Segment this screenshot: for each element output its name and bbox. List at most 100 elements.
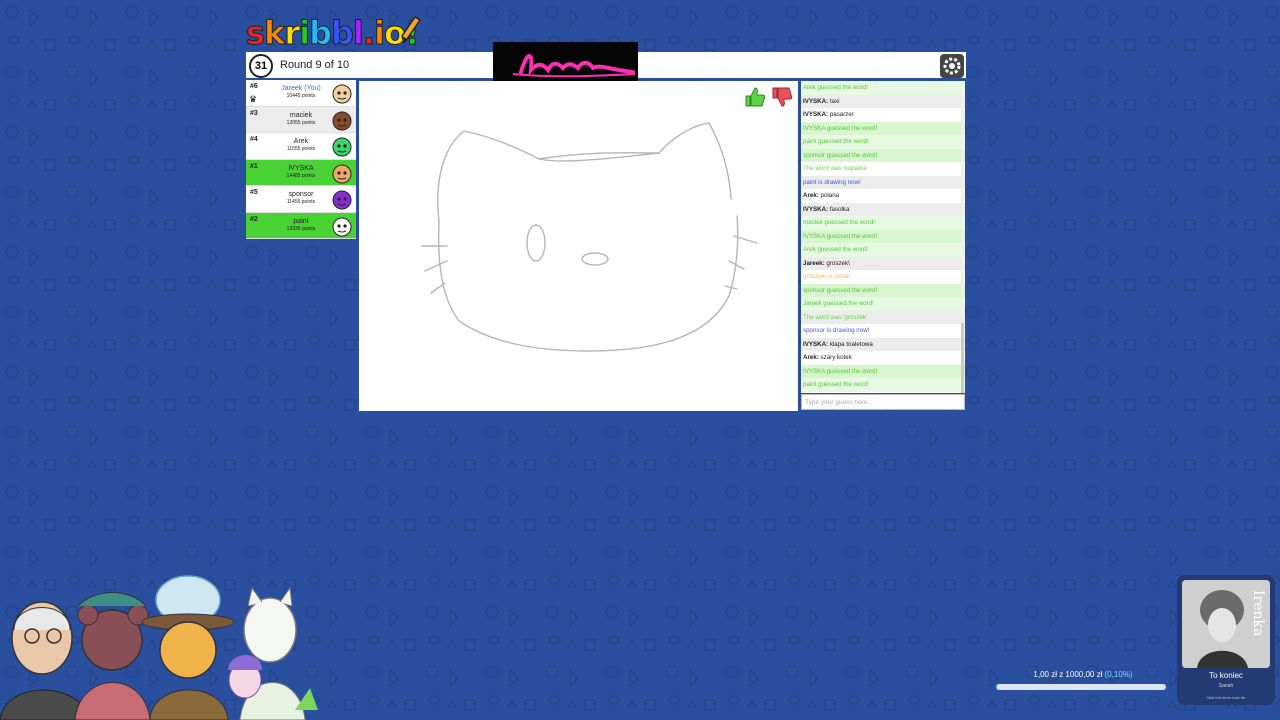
- player-avatar: [332, 190, 352, 210]
- word-hint-scribble: [493, 42, 638, 84]
- chat-text: IVYSKA guessed the word!: [803, 367, 878, 375]
- logo-letter: s: [245, 14, 265, 53]
- logo-letter: r: [284, 14, 301, 53]
- chat-message: Arek guessed the word!: [801, 81, 965, 95]
- player-rank: #6: [250, 83, 258, 90]
- donation-goal-text: 1,00 zł z 1000,00 zł (0,10%): [1033, 670, 1133, 679]
- chat-text: taxi: [828, 97, 840, 105]
- chat-text: polana: [818, 192, 840, 199]
- chat-text: szary kotek: [818, 354, 852, 361]
- chat-text: The word was 'groszek': [803, 313, 868, 321]
- chat-text: paint guessed the word!: [803, 138, 869, 145]
- pencil-icon: [401, 15, 422, 44]
- chat-message: Jareek guessed the word!: [801, 297, 965, 311]
- player-row[interactable]: #1 IVYSKA 14485 points: [246, 159, 356, 186]
- track-artist: Sanah: [1218, 683, 1234, 689]
- chat-message: The word was 'koparka': [801, 162, 965, 176]
- chat-text: klapa toaletowa: [828, 340, 873, 348]
- track-title: To koniec: [1209, 671, 1243, 680]
- player-avatar: [332, 111, 352, 130]
- chat-message: groszek\ is close!: [801, 270, 965, 284]
- album-cover: Irenka: [1182, 580, 1270, 668]
- track-source: Visit info from Last.fm: [1206, 695, 1246, 700]
- player-row[interactable]: #2 paint 13335 points: [246, 212, 356, 239]
- chat-username: Arek:: [803, 354, 819, 361]
- player-name: Arek: [293, 138, 309, 145]
- player-row[interactable]: #4 Arek 11555 points: [246, 133, 356, 160]
- player-name: IVYSKA: [288, 164, 314, 172]
- player-avatar: [332, 217, 352, 236]
- guess-input[interactable]: [801, 394, 965, 410]
- chat-text: Arek guessed the word!: [803, 84, 869, 91]
- thumbs-up-icon[interactable]: [744, 86, 766, 108]
- player-row[interactable]: #6 ♛ Jareek (You) 10445 points: [246, 80, 356, 107]
- player-points: 13335 points: [286, 225, 316, 232]
- player-name: maciek: [289, 111, 313, 119]
- chat-message: IVYSKA: pasarzer: [801, 108, 965, 122]
- hat-avatar: [141, 575, 235, 720]
- chat-message: paint is drawing now!: [801, 175, 965, 189]
- player-points: 14485 points: [286, 172, 316, 179]
- player-name: paint: [293, 217, 309, 225]
- player-points: 10445 points: [286, 93, 316, 99]
- chat-panel: Arek guessed the word! IVYSKA: taxi IVYSKA…: [801, 81, 965, 393]
- chat-message: Jareek: groszek\: [801, 256, 965, 270]
- chat-text: Arek guessed the word!: [803, 246, 869, 253]
- chat-username: Arek:: [803, 192, 819, 199]
- player-rank: #4: [250, 136, 258, 143]
- timer-value: 31: [254, 60, 268, 72]
- chat-message: sponsor guessed the word!: [801, 148, 965, 162]
- chat-message: The word was 'groszek': [801, 310, 965, 324]
- chat-text: groszek\: [824, 259, 850, 267]
- chat-text: Jareek guessed the word!: [803, 300, 874, 307]
- chat-username: IVYSKA:: [803, 97, 829, 105]
- chat-username: IVYSKA:: [803, 340, 829, 348]
- drawing-canvas[interactable]: [359, 81, 798, 411]
- chat-text: sponsor guessed the word!: [803, 286, 878, 294]
- logo-letter: b: [309, 14, 333, 53]
- thumbs-down-icon[interactable]: [771, 86, 793, 108]
- player-row[interactable]: #3 maciek 12055 points: [246, 106, 356, 133]
- chat-username: Jareek:: [803, 259, 825, 267]
- streamer-avatars-overlay: [0, 575, 318, 720]
- chat-message: sponsor guessed the word!: [801, 283, 965, 297]
- chat-message: sponsor is drawing now!: [801, 324, 965, 338]
- player-list: #6 ♛ Jareek (You) 10445 points #3 maciek 12055…: [246, 80, 356, 239]
- chat-message: Arek guessed the word!: [801, 243, 965, 257]
- player-row[interactable]: #5 sponsor 11455 points: [246, 186, 356, 213]
- gear-icon[interactable]: [940, 54, 964, 78]
- chat-text: groszek\ is close!: [803, 273, 851, 280]
- chat-scrollbar[interactable]: [961, 83, 964, 393]
- logo-letter: .: [362, 14, 375, 53]
- player-name: sponsor: [288, 191, 314, 198]
- player-points: 11455 points: [286, 199, 316, 205]
- alarm-clock-icon: 31: [249, 54, 273, 78]
- player-rank: #3: [250, 109, 258, 117]
- player-avatar: [332, 84, 352, 104]
- game-topbar: 31 Round 9 of 10: [246, 42, 966, 84]
- chat-message: IVYSKA guessed the word!: [801, 229, 965, 243]
- logo-letter: k: [264, 14, 286, 53]
- chat-username: IVYSKA:: [803, 205, 829, 213]
- logo-letter: b: [330, 14, 354, 53]
- skribbl-logo: skribbl.io!: [245, 14, 420, 53]
- logo-letter: i: [299, 14, 311, 53]
- chat-message: maciek guessed the word!: [801, 216, 965, 230]
- chat-text: fasolka: [828, 205, 850, 213]
- logo-letter: i: [374, 14, 386, 53]
- bear-avatar: [74, 592, 151, 720]
- chat-message: paint guessed the word!: [801, 378, 965, 392]
- chat-message: IVYSKA: taxi: [801, 94, 965, 108]
- player-rank: #5: [250, 189, 258, 196]
- chat-message: paint guessed the word!: [801, 135, 965, 149]
- crown-icon: ♛: [249, 94, 258, 104]
- chat-text: paint is drawing now!: [803, 178, 861, 186]
- cat-girl-avatar: [239, 586, 318, 720]
- album-cover-word: Irenka: [1250, 590, 1266, 637]
- round-indicator: Round 9 of 10: [280, 59, 350, 71]
- old-man-avatar: [0, 601, 91, 720]
- player-name: Jareek (You): [281, 85, 321, 92]
- chat-messages: Arek guessed the word! IVYSKA: taxi IVYSKA…: [801, 81, 965, 392]
- cat-drawing: [421, 122, 758, 352]
- purple-avatar: [228, 655, 262, 699]
